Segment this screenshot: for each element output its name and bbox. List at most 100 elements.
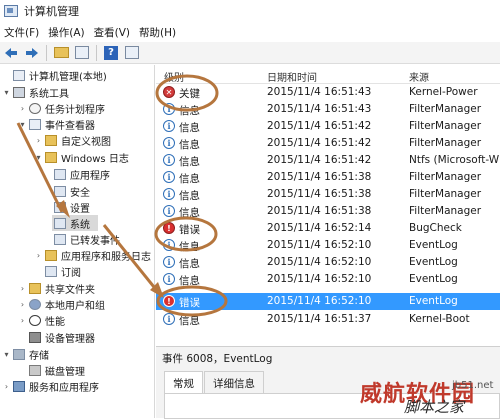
tree-item-label: 存储 [29, 350, 49, 362]
event-datetime: 2015/11/4 16:51:38 [267, 205, 372, 217]
tree-item-forwarded-events[interactable]: 已转发事件 [52, 231, 120, 247]
services-icon [13, 380, 25, 392]
event-row[interactable]: i 信息 2015/11/4 16:51:38 FilterManager [156, 186, 500, 203]
console-tree-icon [75, 46, 89, 59]
tree-item-storage[interactable]: ▾ 存储 [2, 346, 49, 362]
event-row[interactable]: i 信息 2015/11/4 16:52:10 EventLog [156, 254, 500, 271]
menu-help[interactable]: 帮助(H) [139, 25, 185, 40]
expand-chevron-icon[interactable]: › [34, 251, 43, 260]
event-row[interactable]: i 信息 2015/11/4 16:51:43 FilterManager [156, 101, 500, 118]
event-row[interactable]: i 信息 2015/11/4 16:52:10 EventLog [156, 237, 500, 254]
tree-item-security[interactable]: 安全 [52, 183, 90, 199]
tree-item-label: 已转发事件 [70, 235, 120, 247]
tree-item-event-viewer[interactable]: ▾ 事件查看器 [18, 116, 95, 132]
expand-chevron-icon[interactable]: › [34, 136, 43, 145]
event-level: 信息 [179, 139, 200, 151]
event-level: 信息 [179, 190, 200, 202]
expand-chevron-icon[interactable]: › [18, 316, 27, 325]
tree-item-app-service-logs[interactable]: › 应用程序和服务日志 [34, 247, 151, 263]
info-icon: i [163, 205, 175, 217]
tree-item-setup[interactable]: 设置 [52, 199, 90, 215]
back-button[interactable] [2, 44, 20, 62]
collapse-chevron-icon[interactable]: ▾ [2, 350, 11, 359]
folder-icon [45, 151, 57, 163]
event-source: EventLog [409, 295, 458, 307]
column-level[interactable]: 级别 [164, 69, 184, 84]
panel-button[interactable] [123, 44, 141, 62]
tab-details[interactable]: 详细信息 [204, 371, 264, 393]
forward-button[interactable] [23, 44, 41, 62]
tab-general[interactable]: 常规 [164, 371, 203, 393]
event-row[interactable]: i 信息 2015/11/4 16:51:42 Ntfs (Microsoft-… [156, 152, 500, 169]
event-source: Kernel-Power [409, 86, 478, 98]
tree-item-label: 任务计划程序 [45, 104, 105, 116]
tree-item-computer-management[interactable]: 计算机管理(本地) [2, 67, 107, 83]
tree-item-task-scheduler[interactable]: › 任务计划程序 [18, 100, 105, 116]
watermark-url: jb51.net [452, 380, 494, 391]
critical-icon: ✕ [163, 86, 175, 98]
tree-item-label: 应用程序 [70, 170, 110, 182]
collapse-chevron-icon[interactable]: ▾ [2, 88, 11, 97]
info-icon: i [163, 188, 175, 200]
column-datetime[interactable]: 日期和时间 [267, 69, 317, 84]
console-tree-button[interactable] [73, 44, 91, 62]
tree-item-performance[interactable]: › 性能 [18, 312, 65, 328]
event-source: FilterManager [409, 188, 482, 200]
tree-item-windows-logs[interactable]: ▾ Windows 日志 [34, 149, 129, 165]
event-viewer-icon [29, 118, 41, 130]
event-row-selected[interactable]: ! 错误 2015/11/4 16:52:10 EventLog [156, 293, 500, 310]
expand-chevron-icon[interactable]: › [18, 284, 27, 293]
tree-item-services-apps[interactable]: › 服务和应用程序 [2, 378, 99, 394]
title-bar: 计算机管理 [0, 0, 500, 22]
event-row[interactable]: i 信息 2015/11/4 16:52:10 EventLog [156, 271, 500, 288]
tree-item-label: 订阅 [61, 267, 81, 279]
event-row[interactable]: i 信息 2015/11/4 16:51:38 FilterManager [156, 203, 500, 220]
tree-item-device-manager[interactable]: 设备管理器 [27, 329, 95, 345]
tree-item-custom-views[interactable]: › 自定义视图 [34, 132, 111, 148]
watermark-secondary: 脚本之家 [404, 398, 465, 416]
tools-icon [13, 86, 25, 98]
column-source[interactable]: 来源 [409, 69, 429, 84]
tree-item-label: 应用程序和服务日志 [61, 251, 151, 263]
menu-view[interactable]: 查看(V) [94, 25, 139, 40]
log-icon [54, 168, 66, 180]
event-row[interactable]: i 信息 2015/11/4 16:51:42 FilterManager [156, 118, 500, 135]
toolbar-separator [96, 44, 97, 61]
event-row[interactable]: ✕ 关键 2015/11/4 16:51:43 Kernel-Power [156, 84, 500, 101]
tree-item-label: 性能 [45, 316, 65, 328]
event-row[interactable]: i 信息 2015/11/4 16:51:37 Kernel-Boot [156, 311, 500, 328]
expand-chevron-icon[interactable]: › [18, 104, 27, 113]
event-row[interactable]: i 信息 2015/11/4 16:51:38 FilterManager [156, 169, 500, 186]
menu-file[interactable]: 文件(F) [4, 25, 48, 40]
event-datetime: 2015/11/4 16:51:38 [267, 188, 372, 200]
menu-action[interactable]: 操作(A) [48, 25, 93, 40]
tree-item-system[interactable]: 系统 [52, 215, 98, 231]
tree-item-application[interactable]: 应用程序 [52, 166, 110, 182]
collapse-chevron-icon[interactable]: ▾ [18, 120, 27, 129]
expand-chevron-icon[interactable]: › [18, 300, 27, 309]
log-icon [54, 185, 66, 197]
tree-item-label: 事件查看器 [45, 120, 95, 132]
expand-chevron-icon[interactable]: › [2, 382, 11, 391]
event-row[interactable]: i 信息 2015/11/4 16:51:42 FilterManager [156, 135, 500, 152]
event-datetime: 2015/11/4 16:51:42 [267, 154, 372, 166]
folder-up-icon [53, 47, 69, 58]
toolbar-separator [46, 44, 47, 61]
collapse-chevron-icon[interactable]: ▾ [34, 153, 43, 162]
up-button[interactable] [52, 44, 70, 62]
tree-item-disk-management[interactable]: 磁盘管理 [27, 362, 85, 378]
users-icon [29, 298, 41, 310]
event-datetime: 2015/11/4 16:52:10 [267, 273, 372, 285]
tree-item-subscriptions[interactable]: 订阅 [43, 263, 81, 279]
event-level: 信息 [179, 315, 200, 327]
info-icon: i [163, 313, 175, 325]
tree-item-label: 服务和应用程序 [29, 382, 99, 394]
tree-item-local-users-groups[interactable]: › 本地用户和组 [18, 296, 105, 312]
window-title: 计算机管理 [24, 5, 79, 18]
tree-item-system-tools[interactable]: ▾ 系统工具 [2, 84, 69, 100]
event-row[interactable]: ! 错误 2015/11/4 16:52:14 BugCheck [156, 220, 500, 237]
info-icon: i [163, 239, 175, 251]
tree-item-shared-folders[interactable]: › 共享文件夹 [18, 280, 95, 296]
tree-item-label: 设置 [70, 203, 90, 215]
help-button[interactable]: ? [102, 44, 120, 62]
